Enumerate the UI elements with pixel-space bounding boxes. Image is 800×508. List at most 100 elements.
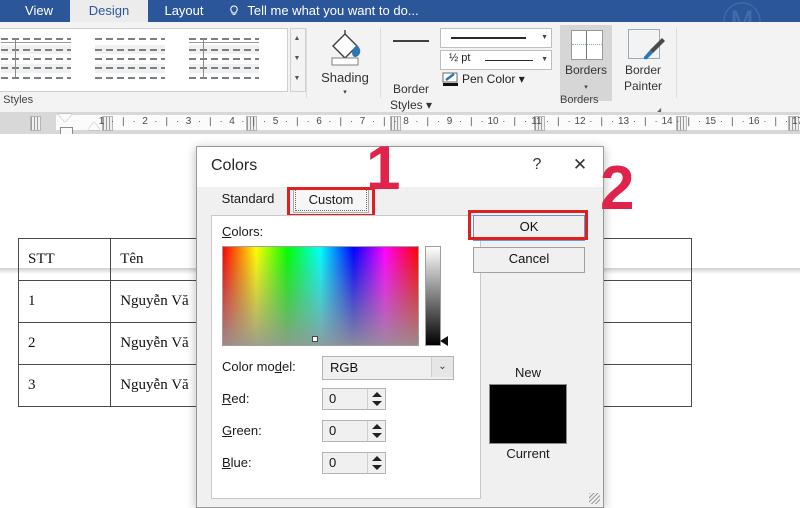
preview-current-label: Current xyxy=(489,446,567,461)
ruler-minor-tick: · xyxy=(760,116,770,126)
ruler-minor-tick: ❘ xyxy=(727,116,737,127)
line-style-combo[interactable]: ▼ xyxy=(440,28,552,48)
ruler-minor-tick: ❘ xyxy=(336,116,346,127)
color-model-row: Color model: RGB ⌄ xyxy=(222,356,470,378)
ribbon-tab-view[interactable]: View xyxy=(8,0,70,22)
color-model-label-pre: Color mo xyxy=(222,359,275,374)
table-cell[interactable]: 2 xyxy=(19,323,111,365)
table-cell[interactable]: 1 xyxy=(19,281,111,323)
pen-color-button[interactable]: Pen Color ▾ xyxy=(462,72,525,86)
shading-button[interactable]: Shading ▾ xyxy=(312,26,378,100)
word-application-window: Ⓜ View Design Layout Tell me what you wa… xyxy=(0,0,800,500)
blue-accelerator: B xyxy=(222,455,231,470)
red-label: Red: xyxy=(222,391,249,406)
close-icon[interactable]: ✕ xyxy=(569,155,591,175)
ruler-minor-tick: · xyxy=(281,116,291,126)
pen-color-caret-icon[interactable]: ▾ xyxy=(519,72,525,86)
dialog-title: Colors xyxy=(211,157,257,175)
line-weight-combo[interactable]: ½ pt ▼ xyxy=(440,50,552,70)
pen-color-label: Pen Color xyxy=(462,72,515,86)
ruler-minor-tick: · xyxy=(238,116,248,126)
gallery-more-icon[interactable]: ▼ xyxy=(291,69,303,89)
green-value: 0 xyxy=(329,423,336,438)
chevron-down-icon[interactable]: ▼ xyxy=(541,56,548,63)
table-style-option-2[interactable] xyxy=(93,35,167,85)
ruler-minor-tick: · xyxy=(673,116,683,126)
chevron-down-icon[interactable]: ▼ xyxy=(541,34,548,41)
green-field[interactable]: 0 xyxy=(322,420,386,442)
blue-field[interactable]: 0 xyxy=(322,452,386,474)
ruler-minor-tick: ❘ xyxy=(510,116,520,127)
stepper-down-icon[interactable] xyxy=(372,433,382,438)
ruler-number-labels: 1·❘·2·❘·3·❘·4·❘·5·❘·6·❘·7·❘·8·❘·9·❘·10·❘… xyxy=(0,112,800,134)
border-styles-preview-line xyxy=(393,40,429,42)
border-styles-button[interactable]: Border Styles ▾ xyxy=(385,26,437,100)
table-cell[interactable]: 3 xyxy=(19,365,111,407)
stepper-down-icon[interactable] xyxy=(372,465,382,470)
ruler-minor-tick: · xyxy=(107,116,117,126)
gallery-scroll-controls[interactable]: ▲ ▼ ▼ xyxy=(290,28,306,92)
border-styles-label-2-text: Styles xyxy=(390,98,423,112)
ruler-minor-tick: ❘ xyxy=(379,116,389,127)
red-stepper[interactable] xyxy=(367,389,385,409)
hue-saturation-picker[interactable] xyxy=(222,246,419,346)
cancel-button[interactable]: Cancel xyxy=(473,247,585,273)
shading-label: Shading xyxy=(312,70,378,85)
preview-new-label: New xyxy=(489,365,567,380)
border-painter-label-2: Painter xyxy=(614,79,672,93)
gallery-scroll-down-icon[interactable]: ▼ xyxy=(291,49,303,69)
horizontal-ruler[interactable]: 1·❘·2·❘·3·❘·4·❘·5·❘·6·❘·7·❘·8·❘·9·❘·10·❘… xyxy=(0,112,800,134)
green-row: Green: 0 xyxy=(222,420,470,442)
ruler-minor-tick: ❘ xyxy=(553,116,563,127)
green-stepper[interactable] xyxy=(367,421,385,441)
stepper-up-icon[interactable] xyxy=(372,456,382,461)
luminance-slider-thumb[interactable] xyxy=(440,336,448,346)
custom-color-panel: Colors: Color model: RGB ⌄ xyxy=(211,215,481,499)
green-label-rest: reen: xyxy=(232,423,262,438)
table-cell[interactable]: STT xyxy=(19,239,111,281)
colors-caption-accelerator: C xyxy=(222,224,231,239)
ruler-minor-tick: · xyxy=(499,116,509,126)
ruler-minor-tick: ❘ xyxy=(249,116,259,127)
stepper-down-icon[interactable] xyxy=(372,401,382,406)
color-model-accelerator: d xyxy=(275,359,282,374)
border-painter-label-1: Border xyxy=(614,63,672,77)
blue-row: Blue: 0 xyxy=(222,452,470,474)
pen-icon xyxy=(442,72,458,86)
colors-dialog[interactable]: Colors ? ✕ Standard Custom Colors: Color… xyxy=(196,146,604,508)
stepper-up-icon[interactable] xyxy=(372,392,382,397)
red-field[interactable]: 0 xyxy=(322,388,386,410)
gallery-scroll-up-icon[interactable]: ▲ xyxy=(291,29,303,49)
stepper-up-icon[interactable] xyxy=(372,424,382,429)
ruler-minor-tick: · xyxy=(586,116,596,126)
blue-stepper[interactable] xyxy=(367,453,385,473)
annotation-highlight-ok-button xyxy=(468,210,588,240)
ruler-tick-label: 17 xyxy=(788,116,800,127)
ruler-minor-tick: ❘ xyxy=(423,116,433,127)
table-style-option-1[interactable] xyxy=(0,35,73,85)
luminance-slider[interactable] xyxy=(425,246,441,346)
help-icon[interactable]: ? xyxy=(527,156,547,174)
border-painter-button[interactable]: Border Painter xyxy=(614,25,672,101)
borders-button[interactable]: Borders ▾ xyxy=(560,25,612,101)
shading-caret-icon[interactable]: ▾ xyxy=(312,88,378,96)
chevron-down-icon[interactable]: ⌄ xyxy=(431,357,453,377)
preview-swatch xyxy=(489,384,567,444)
resize-grip-icon[interactable] xyxy=(589,493,600,504)
red-accelerator: R xyxy=(222,391,231,406)
border-styles-label-1: Border xyxy=(385,82,437,96)
border-styles-caret-icon[interactable]: ▾ xyxy=(426,98,432,112)
table-style-option-3[interactable] xyxy=(187,35,261,85)
tab-standard[interactable]: Standard xyxy=(211,187,285,211)
table-styles-gallery[interactable] xyxy=(0,28,288,92)
ribbon-tab-design[interactable]: Design xyxy=(70,0,148,22)
borders-caret-icon[interactable]: ▾ xyxy=(560,83,612,91)
ruler-minor-tick: ❘ xyxy=(466,116,476,127)
picker-crosshair-icon[interactable] xyxy=(312,336,318,342)
borders-grid-icon xyxy=(571,30,603,60)
color-model-select[interactable]: RGB ⌄ xyxy=(322,356,454,380)
colors-caption: Colors: xyxy=(222,224,263,239)
ruler-minor-tick: · xyxy=(542,116,552,126)
ribbon-tab-layout[interactable]: Layout xyxy=(148,0,220,22)
tell-me-search[interactable]: Tell me what you want to do... xyxy=(228,0,419,22)
